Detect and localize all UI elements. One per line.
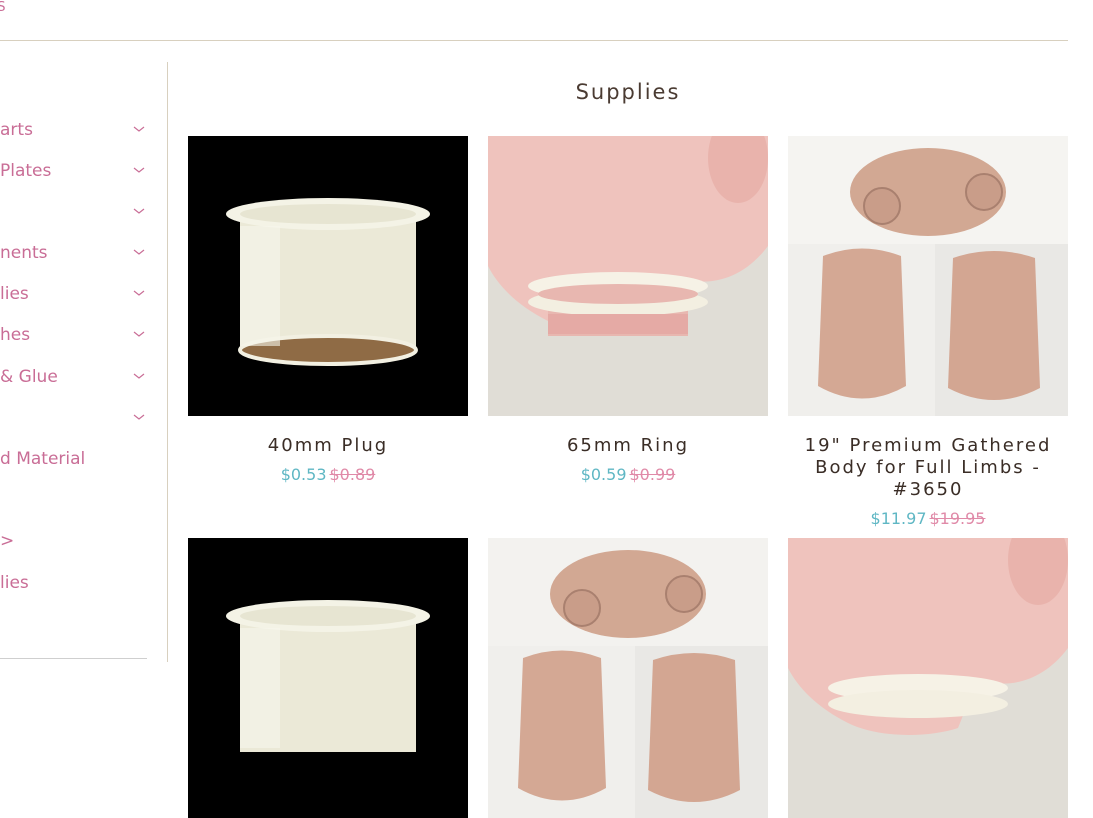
sidebar-item-label: hes: [0, 325, 31, 345]
sidebar-item-label: d Material: [0, 449, 86, 469]
product-image-plug[interactable]: [188, 538, 468, 818]
sale-price: $0.59: [580, 465, 627, 484]
sidebar-item-label: lies: [0, 573, 29, 593]
sidebar-item-parts[interactable]: arts: [0, 120, 146, 142]
sidebar-item-label: >: [0, 531, 15, 551]
sidebar-item-material[interactable]: d Material: [0, 449, 146, 471]
sidebar-nav: arts Plates nents lies hes & Glue d Mate…: [0, 62, 168, 662]
product-card[interactable]: 65mm Ring $0.59 $0.99: [488, 136, 768, 484]
chevron-down-icon[interactable]: [132, 163, 146, 177]
product-image-ring[interactable]: [488, 136, 768, 416]
chevron-down-icon[interactable]: [132, 204, 146, 218]
product-price: $11.97 $19.95: [788, 509, 1068, 528]
chevron-down-icon[interactable]: [132, 369, 146, 383]
divider: [0, 658, 147, 659]
sidebar-item-supplies[interactable]: lies: [0, 284, 146, 306]
sidebar-item-clothes[interactable]: hes: [0, 325, 146, 347]
sidebar-item-arrow[interactable]: >: [0, 531, 146, 553]
product-image-plug[interactable]: [188, 136, 468, 416]
header-bar: ES: [0, 0, 1068, 41]
sale-price: $11.97: [870, 509, 927, 528]
sidebar-item-components[interactable]: nents: [0, 243, 146, 265]
chevron-down-icon[interactable]: [132, 410, 146, 424]
sidebar-item-glue[interactable]: & Glue: [0, 367, 146, 389]
product-name[interactable]: 40mm Plug: [188, 435, 468, 457]
page-title: Supplies: [575, 80, 681, 104]
sidebar-item-blank[interactable]: [0, 202, 146, 224]
sidebar-item-label: arts: [0, 120, 33, 140]
sidebar-item-supplies-2[interactable]: lies: [0, 573, 146, 595]
product-card[interactable]: [488, 538, 768, 818]
chevron-down-icon[interactable]: [132, 327, 146, 341]
product-name[interactable]: 65mm Ring: [488, 435, 768, 457]
product-card[interactable]: [188, 538, 468, 818]
product-price: $0.59 $0.99: [488, 465, 768, 484]
compare-price: $0.89: [329, 465, 376, 484]
product-image-body[interactable]: [488, 538, 768, 818]
sidebar-item-label: nents: [0, 243, 48, 263]
chevron-down-icon[interactable]: [132, 122, 146, 136]
sidebar-item-label: & Glue: [0, 367, 58, 387]
sidebar-item-label: Plates: [0, 161, 52, 181]
sidebar-item-plates[interactable]: Plates: [0, 161, 146, 183]
sidebar-item-blank-2[interactable]: [0, 408, 146, 430]
product-card[interactable]: 40mm Plug $0.53 $0.89: [188, 136, 468, 484]
product-card[interactable]: 19" Premium Gathered Body for Full Limbs…: [788, 136, 1068, 528]
compare-price: $19.95: [929, 509, 986, 528]
sidebar-item-label: lies: [0, 284, 29, 304]
header-nav-link[interactable]: ES: [0, 0, 6, 15]
sale-price: $0.53: [280, 465, 327, 484]
chevron-down-icon[interactable]: [132, 286, 146, 300]
product-name[interactable]: 19" Premium Gathered Body for Full Limbs…: [788, 435, 1068, 501]
compare-price: $0.99: [629, 465, 676, 484]
product-image-ring[interactable]: [788, 538, 1068, 818]
chevron-down-icon[interactable]: [132, 245, 146, 259]
product-card[interactable]: [788, 538, 1068, 818]
product-image-body[interactable]: [788, 136, 1068, 416]
product-price: $0.53 $0.89: [188, 465, 468, 484]
